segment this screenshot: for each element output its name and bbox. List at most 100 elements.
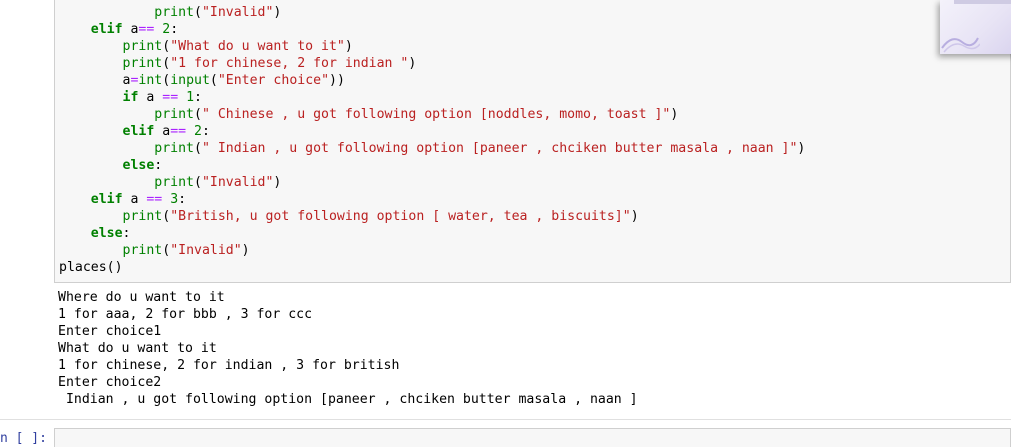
code-token: ) (273, 175, 282, 190)
code-line: print("British, u got following option [… (59, 208, 639, 225)
code-token: ) (344, 39, 353, 54)
code-token: : (154, 158, 163, 173)
code-cell-input[interactable]: print("Invalid") elif a== 2: print("What… (54, 0, 1011, 283)
input-prompt: n [ ]: (0, 431, 47, 446)
code-token-kw: if (122, 90, 139, 105)
empty-code-cell[interactable] (54, 428, 1011, 447)
notebook-page: print("Invalid") elif a== 2: print("What… (0, 0, 1011, 447)
code-token-op: == (138, 22, 155, 37)
code-token: : (194, 90, 202, 105)
code-token-op: == (170, 124, 187, 139)
code-token-str: "Enter choice" (217, 73, 330, 88)
output-line: Enter choice1 (58, 324, 162, 339)
code-token: a (154, 124, 171, 139)
code-token: ( (162, 39, 171, 54)
code-token-builtin: input (170, 73, 210, 88)
code-token: ( (162, 243, 171, 258)
thumbnail-title-bar (954, 0, 1011, 4)
code-token-str: "Invalid" (201, 5, 274, 20)
code-line: print("Invalid") (59, 4, 281, 21)
code-token-str: "British, u got following option [ water… (170, 209, 631, 224)
thumbnail-swirl-icon (941, 37, 980, 53)
code-token-op: == (146, 192, 163, 207)
code-token: a (138, 90, 163, 105)
code-token: ( (193, 5, 202, 20)
code-token: ( (193, 107, 202, 122)
code-token-str: " Chinese , u got following option [nodd… (201, 107, 671, 122)
code-token-str: "Invalid" (201, 175, 274, 190)
code-line: print(" Chinese , u got following option… (59, 106, 678, 123)
window-thumbnail[interactable] (940, 0, 1011, 54)
code-token-builtin: print (122, 243, 163, 258)
code-token: ( (193, 141, 202, 156)
code-token-builtin: print (154, 107, 194, 122)
code-line: elif a== 2: (59, 123, 210, 140)
code-token-kw: else (122, 158, 155, 173)
code-token: a (122, 22, 139, 37)
code-token-builtin: print (154, 5, 194, 20)
code-line: elif a== 2: (59, 21, 178, 38)
output-line: Indian , u got following option [paneer … (58, 392, 638, 407)
code-token: ) (670, 107, 679, 122)
code-line: print("Invalid") (59, 174, 281, 191)
code-token: ( (162, 56, 171, 71)
code-line: print(" Indian , u got following option … (59, 140, 805, 157)
code-line: elif a == 3: (59, 191, 186, 208)
code-token: places() (59, 260, 123, 275)
code-token-builtin: print (154, 141, 194, 156)
code-token: ) (241, 243, 250, 258)
code-token-num: 1 (186, 90, 195, 105)
code-token-builtin: print (122, 56, 163, 71)
code-token: : (122, 226, 131, 241)
code-token: ) (630, 209, 639, 224)
code-token: ( (193, 175, 202, 190)
code-token: : (170, 22, 179, 37)
code-token-op: == (162, 90, 179, 105)
code-token-builtin: int (138, 73, 163, 88)
cell-output-area: Where do u want to it 1 for aaa, 2 for bb… (54, 283, 1011, 419)
code-token-kw: elif (122, 124, 155, 139)
output-line: Enter choice2 (58, 375, 162, 390)
code-token: : (178, 192, 187, 207)
code-token: ) (273, 5, 282, 20)
code-token-str: " Indian , u got following option [panee… (201, 141, 798, 156)
code-line: else: (59, 157, 163, 174)
code-token-builtin: print (122, 39, 163, 54)
code-token-kw: else (90, 226, 123, 241)
code-token: ( (162, 73, 171, 88)
code-token-builtin: print (122, 209, 163, 224)
code-token: ( (209, 73, 218, 88)
code-token-kw: elif (90, 22, 123, 37)
code-token: ( (162, 209, 171, 224)
output-line: 1 for chinese, 2 for indian , 3 for brit… (58, 358, 400, 373)
code-token: )) (329, 73, 345, 88)
code-token: : (201, 124, 210, 139)
code-token: ) (797, 141, 806, 156)
code-line: print("What do u want to it") (59, 38, 353, 55)
output-line: What do u want to it (58, 341, 217, 356)
code-token-builtin: print (154, 175, 194, 190)
code-line: if a == 1: (59, 89, 202, 106)
code-token-num: 2 (194, 124, 202, 139)
code-line: print("1 for chinese, 2 for indian ") (59, 55, 417, 72)
code-token: a (59, 73, 131, 88)
code-line: places() (59, 259, 123, 276)
code-token-kw: elif (90, 192, 123, 207)
code-token-str: "Invalid" (170, 243, 242, 258)
code-token: ) (408, 56, 417, 71)
cell-divider (0, 419, 1011, 420)
code-line: a=int(input("Enter choice")) (59, 72, 345, 89)
